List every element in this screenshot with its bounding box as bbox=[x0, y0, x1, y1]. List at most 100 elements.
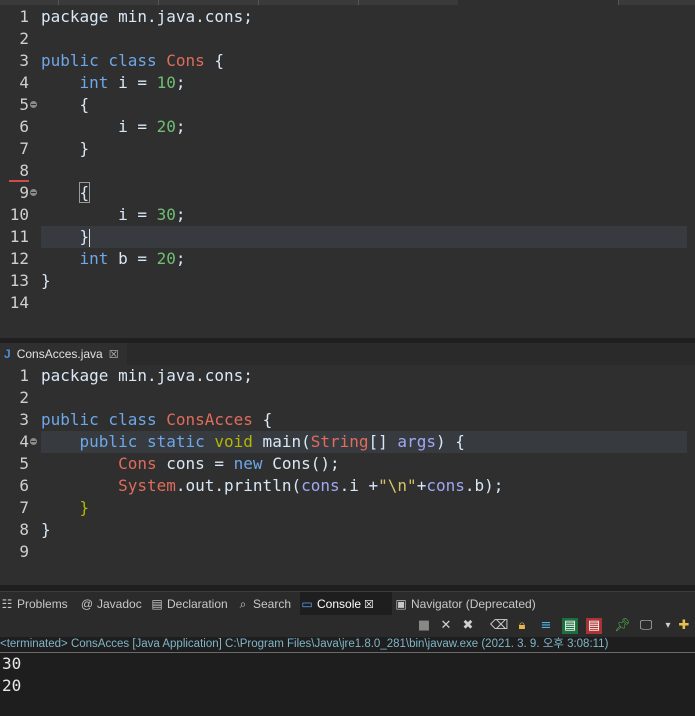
declaration-icon: ▤ bbox=[151, 597, 163, 611]
view-tabs: ☷ Problems @ Javadoc ▤ Declaration ⌕ Search ▭ Con… bbox=[0, 591, 695, 616]
line-number: 13 bbox=[9, 271, 29, 290]
fold-toggle-icon[interactable] bbox=[30, 101, 37, 108]
code-text: public static void main(String[] args) { bbox=[79, 432, 465, 451]
code-line[interactable]: 5 { bbox=[0, 94, 695, 116]
code-line[interactable]: 6 System.out.println(cons.i +"\n"+cons.b… bbox=[0, 475, 695, 497]
code-text: package min.java.cons; bbox=[41, 366, 253, 385]
code-line[interactable]: 2 bbox=[0, 387, 695, 409]
tab-label: Declaration bbox=[167, 597, 228, 611]
line-number: 10 bbox=[9, 205, 29, 224]
code-line[interactable]: 14 bbox=[0, 292, 695, 314]
console-output[interactable]: 30 20 bbox=[0, 653, 695, 716]
code-line[interactable]: 9 bbox=[0, 541, 695, 563]
line-number: 14 bbox=[9, 293, 29, 312]
tab-declaration[interactable]: ▤ Declaration bbox=[150, 592, 234, 616]
navigator-icon: ▣ bbox=[395, 597, 407, 611]
code-line[interactable]: 2 bbox=[0, 28, 695, 50]
line-number: 2 bbox=[19, 29, 29, 48]
editor-cons[interactable]: 1 package min.java.cons; 2 3 public class Co… bbox=[0, 0, 695, 338]
line-number: 7 bbox=[19, 139, 29, 158]
tab-console[interactable]: ▭ Console ☒ bbox=[300, 592, 392, 616]
tab-label: ConsAcces.java bbox=[16, 347, 103, 361]
line-number: 5 bbox=[19, 95, 29, 114]
code-line[interactable]: 10 i = 30; bbox=[0, 204, 695, 226]
chevron-down-icon[interactable]: ▾ bbox=[660, 618, 676, 634]
tab-javadoc[interactable]: @ Javadoc bbox=[80, 592, 148, 616]
fold-toggle-icon[interactable] bbox=[30, 189, 37, 196]
tab-label: Problems bbox=[17, 597, 68, 611]
console-line: 30 bbox=[2, 654, 22, 673]
code-text: } bbox=[79, 498, 90, 517]
terminate-icon[interactable]: ■ bbox=[416, 618, 432, 634]
console-icon: ▭ bbox=[301, 597, 313, 611]
java-file-icon: J bbox=[4, 347, 11, 361]
close-icon[interactable]: ☒ bbox=[109, 348, 119, 361]
code-line[interactable]: 4 int i = 10; bbox=[0, 72, 695, 94]
line-number: 6 bbox=[19, 117, 29, 136]
code-text: public class Cons { bbox=[41, 51, 225, 70]
code-line[interactable]: 3 public class ConsAcces { bbox=[0, 409, 695, 431]
tab-search[interactable]: ⌕ Search bbox=[236, 592, 298, 616]
tab-consacces-java[interactable]: J ConsAcces.java ☒ bbox=[0, 343, 127, 365]
code-line[interactable]: 8 bbox=[0, 160, 695, 182]
javadoc-icon: @ bbox=[80, 597, 94, 611]
code-line[interactable]: 11 } bbox=[0, 226, 695, 248]
line-number: 9 bbox=[19, 542, 29, 561]
line-number: 1 bbox=[19, 7, 29, 26]
code-line[interactable]: 9 { bbox=[0, 182, 695, 204]
code-line[interactable]: 1 package min.java.cons; bbox=[0, 365, 695, 387]
code-line[interactable]: 12 int b = 20; bbox=[0, 248, 695, 270]
line-number: 9 bbox=[19, 183, 29, 202]
current-line-highlight bbox=[41, 226, 687, 248]
tab-navigator[interactable]: ▣ Navigator (Deprecated) bbox=[394, 592, 544, 616]
line-number: 7 bbox=[19, 498, 29, 517]
show-stderr-icon[interactable]: ▤ bbox=[586, 618, 602, 634]
line-number: 3 bbox=[19, 410, 29, 429]
close-icon[interactable]: ☒ bbox=[364, 598, 374, 611]
code-line[interactable]: 3 public class Cons { bbox=[0, 50, 695, 72]
line-number: 4 bbox=[19, 73, 29, 92]
code-line[interactable]: 5 Cons cons = new Cons(); bbox=[0, 453, 695, 475]
code-text: int i = 10; bbox=[79, 73, 186, 92]
tab-label: Javadoc bbox=[97, 597, 142, 611]
tab-problems[interactable]: ☷ Problems bbox=[0, 592, 78, 616]
pin-console-icon[interactable]: 📌︎ bbox=[614, 618, 631, 634]
new-console-icon[interactable]: ✚ bbox=[676, 618, 692, 634]
code-line[interactable]: 6 i = 20; bbox=[0, 116, 695, 138]
editor-tab-bar: J ConsAcces.java ☒ bbox=[0, 343, 695, 366]
code-line[interactable]: 13} bbox=[0, 270, 695, 292]
line-number: 4 bbox=[19, 432, 29, 451]
remove-launch-icon[interactable]: ✕ bbox=[438, 618, 454, 634]
code-line[interactable]: 4 public static void main(String[] args)… bbox=[0, 431, 695, 453]
error-marker bbox=[9, 180, 29, 182]
display-console-icon[interactable]: 🖵︎ bbox=[638, 618, 654, 634]
code-text: Cons cons = new Cons(); bbox=[118, 454, 340, 473]
editor-consacces[interactable]: 1 package min.java.cons; 2 3 public class Co… bbox=[0, 365, 695, 585]
code-text: public class ConsAcces { bbox=[41, 410, 273, 429]
line-number: 2 bbox=[19, 388, 29, 407]
code-text: } bbox=[41, 227, 91, 247]
code-line[interactable]: 7 } bbox=[0, 138, 695, 160]
code-text: } bbox=[41, 520, 51, 539]
code-line[interactable]: 8} bbox=[0, 519, 695, 541]
tab-label: Search bbox=[253, 597, 292, 611]
show-stdout-icon[interactable]: ▤ bbox=[562, 618, 578, 634]
code-line[interactable]: 1 package min.java.cons; bbox=[0, 6, 695, 28]
line-number: 3 bbox=[19, 51, 29, 70]
scroll-lock-icon[interactable]: 🔒︎ bbox=[514, 618, 530, 634]
line-number: 8 bbox=[19, 161, 29, 180]
clear-console-icon[interactable]: ⌫ bbox=[490, 618, 508, 634]
code-line[interactable]: 7 } bbox=[0, 497, 695, 519]
search-icon: ⌕ bbox=[239, 596, 247, 611]
console-status: <terminated> ConsAcces [Java Application… bbox=[0, 637, 695, 653]
line-number: 5 bbox=[19, 454, 29, 473]
line-number: 12 bbox=[9, 249, 29, 268]
fold-toggle-icon[interactable] bbox=[30, 438, 37, 445]
tab-label: Console bbox=[317, 597, 362, 611]
word-wrap-icon[interactable]: ≡ bbox=[538, 618, 554, 634]
console-toolbar: ■ ✕ ✖ ⌫ 🔒︎ ≡ ▤ ▤ 📌︎ 🖵︎ ▾ ✚ bbox=[0, 615, 695, 637]
problems-icon: ☷ bbox=[1, 597, 13, 611]
remove-all-icon[interactable]: ✖ bbox=[460, 618, 476, 634]
code-text: { bbox=[41, 95, 90, 114]
tab-label: Navigator (Deprecated) bbox=[411, 597, 536, 611]
